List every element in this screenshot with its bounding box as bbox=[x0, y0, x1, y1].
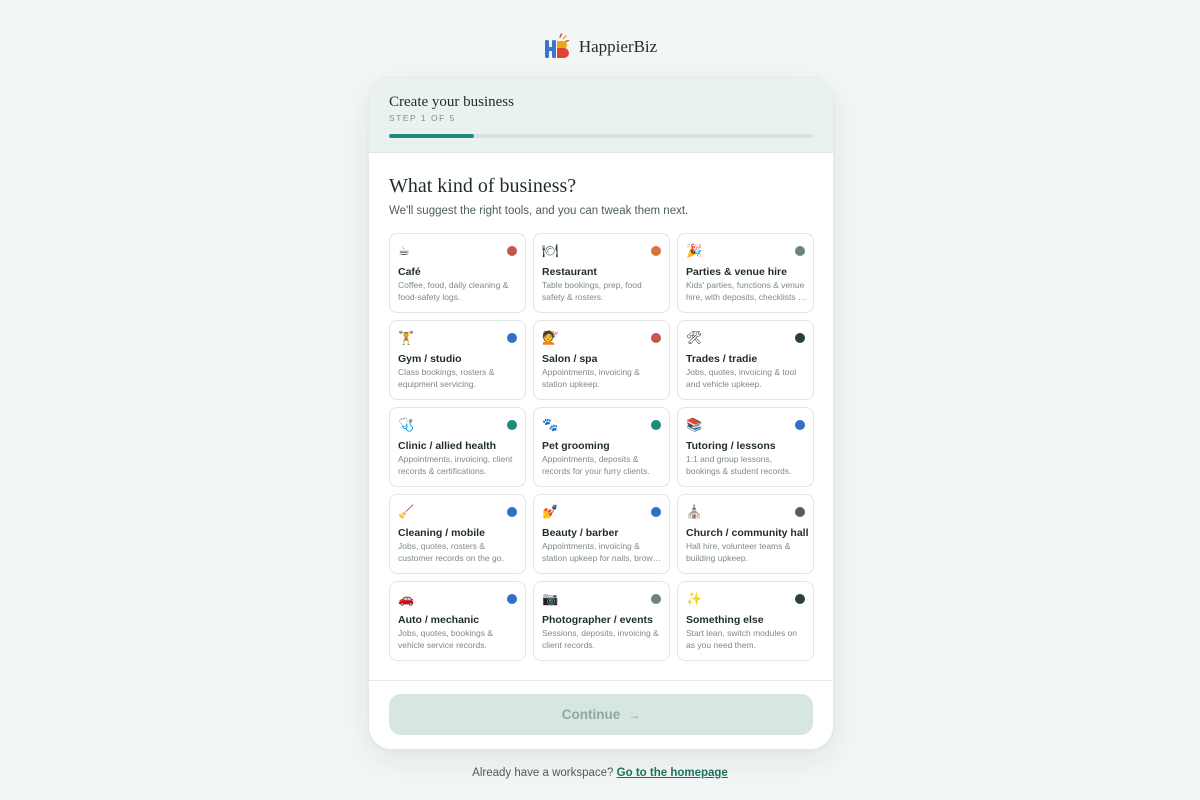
option-name: Clinic / allied health bbox=[398, 440, 497, 452]
category-color-dot bbox=[795, 246, 805, 256]
business-type-option[interactable]: 🏋 Gym / studio Class bookings, rosters & e… bbox=[389, 320, 526, 400]
onboarding-card: Create your business STEP 1 OF 5 What ki… bbox=[368, 77, 834, 750]
church-icon: ⛪ bbox=[686, 504, 703, 519]
hb-logo-icon bbox=[544, 33, 570, 58]
broom-icon: 🧹 bbox=[398, 504, 415, 519]
option-name: Salon / spa bbox=[542, 353, 598, 365]
option-name: Cleaning / mobile bbox=[398, 527, 485, 539]
option-description: 1:1 and group lessons, bookings & studen… bbox=[686, 454, 792, 476]
category-color-dot bbox=[507, 420, 517, 430]
category-color-dot bbox=[651, 507, 661, 517]
stethoscope-icon: 🩺 bbox=[398, 417, 415, 432]
car-icon: 🚗 bbox=[398, 591, 415, 606]
business-type-grid: ☕ Café Coffee, food, daily cleaning & food… bbox=[389, 233, 814, 661]
business-type-option[interactable]: 💇 Salon / spa Appointments, invoicing & st… bbox=[533, 320, 670, 400]
option-description: Start lean, switch modules on as you nee… bbox=[686, 628, 798, 650]
question-subtitle: We'll suggest the right tools, and you c… bbox=[389, 205, 689, 217]
party-popper-icon: 🎉 bbox=[686, 243, 703, 258]
business-type-option[interactable]: 🛠 Trades / tradie Jobs, quotes, invoicing … bbox=[677, 320, 814, 400]
option-description: Sessions, deposits, invoicing & client r… bbox=[542, 628, 659, 650]
coffee-icon: ☕ bbox=[398, 243, 410, 258]
option-name: Beauty / barber bbox=[542, 527, 619, 539]
option-name: Café bbox=[398, 266, 421, 278]
option-name: Something else bbox=[686, 614, 764, 626]
business-type-option[interactable]: 🍽 Restaurant Table bookings, prep, food sa… bbox=[533, 233, 670, 313]
category-color-dot bbox=[507, 507, 517, 517]
books-icon: 📚 bbox=[686, 417, 703, 432]
option-description: Table bookings, prep, food safety & rost… bbox=[542, 280, 642, 302]
plate-cutlery-icon: 🍽 bbox=[542, 243, 559, 258]
option-name: Parties & venue hire bbox=[686, 266, 787, 278]
paw-prints-icon: 🐾 bbox=[542, 417, 559, 432]
category-color-dot bbox=[651, 246, 661, 256]
category-color-dot bbox=[507, 333, 517, 343]
option-name: Restaurant bbox=[542, 266, 597, 278]
business-type-option[interactable]: 📷 Photographer / events Sessions, deposits… bbox=[533, 581, 670, 661]
continue-label: Continue bbox=[561, 707, 621, 722]
option-name: Pet grooming bbox=[542, 440, 610, 452]
option-description: Kids' parties, functions & venue hire, w… bbox=[686, 280, 805, 302]
category-color-dot bbox=[651, 333, 661, 343]
option-name: Auto / mechanic bbox=[398, 614, 480, 626]
option-name: Church / community hall bbox=[686, 527, 809, 539]
footer-divider bbox=[369, 680, 833, 681]
business-type-option[interactable]: 📚 Tutoring / lessons 1:1 and group lessons… bbox=[677, 407, 814, 487]
continue-button[interactable]: Continue → bbox=[389, 694, 813, 735]
brand-name: HappierBiz bbox=[578, 37, 658, 56]
page-title: Create your business bbox=[389, 94, 514, 110]
option-name: Tutoring / lessons bbox=[686, 440, 776, 452]
progress-bar bbox=[389, 134, 813, 138]
nail-polish-icon: 💅 bbox=[542, 504, 559, 519]
arrow-right-icon: → bbox=[628, 707, 641, 722]
option-description: Appointments, invoicing, client records … bbox=[398, 454, 513, 476]
business-type-option[interactable]: 💅 Beauty / barber Appointments, invoicing … bbox=[533, 494, 670, 574]
option-description: Appointments, invoicing & station upkeep… bbox=[542, 367, 640, 389]
camera-icon: 📷 bbox=[542, 591, 559, 606]
tools-icon: 🛠 bbox=[686, 330, 703, 345]
signin-prompt-text: Already have a workspace? bbox=[472, 767, 614, 779]
question-heading: What kind of business? bbox=[389, 175, 577, 197]
step-indicator: STEP 1 OF 5 bbox=[389, 113, 456, 123]
category-color-dot bbox=[795, 333, 805, 343]
business-type-option[interactable]: 🩺 Clinic / allied health Appointments, inv… bbox=[389, 407, 526, 487]
business-type-option[interactable]: ⛪ Church / community hall Hall hire, volun… bbox=[677, 494, 814, 574]
option-name: Photographer / events bbox=[542, 614, 653, 626]
card-header: Create your business STEP 1 OF 5 bbox=[369, 78, 833, 153]
business-type-option[interactable]: ☕ Café Coffee, food, daily cleaning & food… bbox=[389, 233, 526, 313]
category-color-dot bbox=[795, 594, 805, 604]
option-description: Coffee, food, daily cleaning & food-safe… bbox=[398, 280, 509, 302]
option-description: Hall hire, volunteer teams & building up… bbox=[686, 541, 791, 563]
category-color-dot bbox=[507, 594, 517, 604]
option-description: Jobs, quotes, rosters & customer records… bbox=[398, 541, 504, 563]
option-name: Trades / tradie bbox=[686, 353, 758, 365]
business-type-option[interactable]: 🚗 Auto / mechanic Jobs, quotes, bookings &… bbox=[389, 581, 526, 661]
haircut-icon: 💇 bbox=[542, 330, 559, 345]
brand: HappierBiz bbox=[0, 33, 1200, 61]
weightlifter-icon: 🏋 bbox=[398, 330, 415, 345]
signin-prompt: Already have a workspace? Go to the home… bbox=[0, 767, 1200, 779]
progress-fill bbox=[389, 134, 474, 138]
business-type-option[interactable]: 🎉 Parties & venue hire Kids' parties, func… bbox=[677, 233, 814, 313]
business-type-option[interactable]: 🧹 Cleaning / mobile Jobs, quotes, rosters … bbox=[389, 494, 526, 574]
category-color-dot bbox=[795, 507, 805, 517]
option-description: Jobs, quotes, bookings & vehicle service… bbox=[398, 628, 493, 650]
category-color-dot bbox=[507, 246, 517, 256]
option-description: Class bookings, rosters & equipment serv… bbox=[398, 367, 495, 389]
option-description: Jobs, quotes, invoicing & tool and vehic… bbox=[686, 367, 797, 389]
category-color-dot bbox=[795, 420, 805, 430]
option-name: Gym / studio bbox=[398, 353, 462, 365]
option-description: Appointments, deposits & records for you… bbox=[542, 454, 650, 476]
business-type-option[interactable]: 🐾 Pet grooming Appointments, deposits & re… bbox=[533, 407, 670, 487]
option-description: Appointments, invoicing & station upkeep… bbox=[542, 541, 657, 563]
homepage-link[interactable]: Go to the homepage bbox=[617, 767, 728, 779]
category-color-dot bbox=[651, 420, 661, 430]
sparkles-icon: ✨ bbox=[686, 591, 703, 606]
business-type-option[interactable]: ✨ Something else Start lean, switch module… bbox=[677, 581, 814, 661]
category-color-dot bbox=[651, 594, 661, 604]
